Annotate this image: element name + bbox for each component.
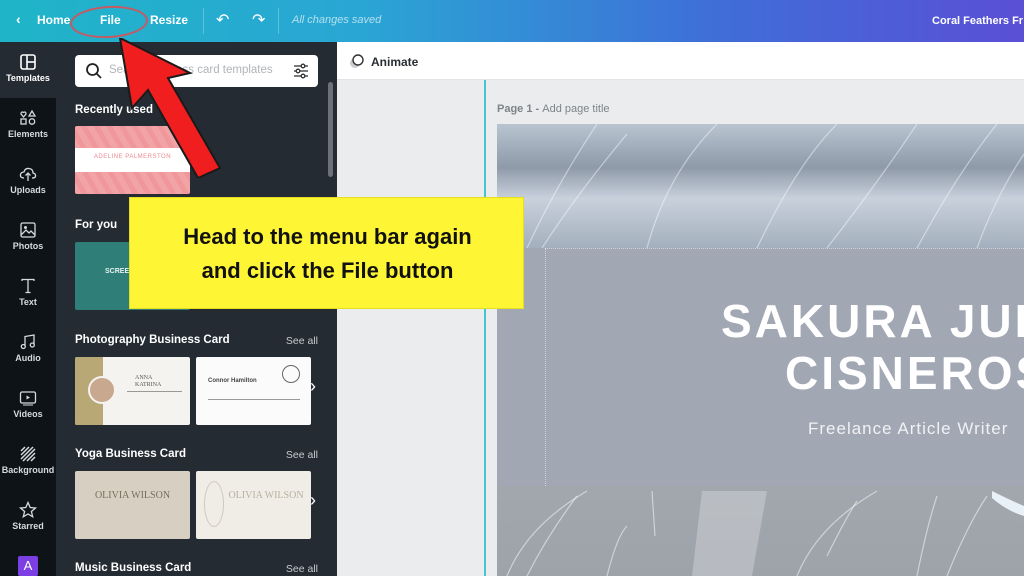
card-text: ANNA KATRINA — [135, 375, 162, 388]
page-title-placeholder[interactable]: Add page title — [542, 103, 609, 115]
template-card[interactable]: ANNA KATRINA — [75, 357, 190, 425]
template-card[interactable]: OLIVIA WILSON — [196, 471, 311, 539]
rail-label: Starred — [12, 521, 44, 531]
animate-icon — [350, 54, 364, 68]
background-hatch-icon — [20, 446, 36, 462]
top-menu-bar: ‹ Home File Resize ↶ ↷ All changes saved… — [0, 0, 1024, 42]
template-card[interactable]: ADELINE PALMERSTON — [75, 126, 190, 194]
animate-button[interactable]: Animate — [349, 53, 418, 69]
instruction-callout: Head to the menu bar again and click the… — [129, 197, 524, 309]
rail-item-audio[interactable]: Audio — [0, 322, 56, 378]
music-note-icon — [20, 334, 35, 350]
rail-label: Photos — [12, 241, 44, 251]
upload-cloud-icon — [19, 167, 37, 181]
star-icon — [19, 501, 37, 519]
text-icon — [21, 278, 35, 294]
rail-label: Uploads — [10, 185, 46, 195]
name-line-1[interactable]: SAKURA JUL — [721, 294, 1024, 348]
callout-text: Head to the menu bar again and click the… — [130, 220, 525, 288]
divider — [203, 8, 204, 34]
card-text: ADELINE PALMERSTON — [93, 154, 172, 160]
templates-icon — [20, 54, 36, 70]
callout-line-2: and click the File button — [201, 258, 454, 283]
chevron-left-icon[interactable]: ‹ — [16, 11, 21, 27]
guide-line — [545, 248, 1024, 249]
card-text: Connor Hamilton — [208, 378, 257, 384]
see-all-link[interactable]: See all — [286, 335, 318, 347]
redo-icon[interactable]: ↷ — [252, 10, 265, 30]
name-line-2[interactable]: CISNEROS — [785, 346, 1024, 400]
document-title[interactable]: Coral Feathers Fr — [932, 15, 1023, 27]
rail-item-text[interactable]: Text — [0, 266, 56, 322]
role-text[interactable]: Freelance Article Writer — [808, 419, 1008, 439]
elements-icon — [20, 109, 37, 125]
carousel-next-icon[interactable]: › — [310, 490, 316, 511]
section-title-photography: Photography Business Card — [75, 334, 230, 346]
see-all-link[interactable]: See all — [286, 449, 318, 461]
carousel-next-icon[interactable]: › — [310, 376, 316, 397]
video-icon — [19, 391, 37, 406]
app-icon: A — [18, 556, 38, 576]
template-card[interactable]: OLIVIA WILSON — [75, 471, 190, 539]
file-menu-button[interactable]: File — [100, 13, 121, 27]
template-search-input[interactable]: Search business card templates — [75, 55, 318, 87]
rail-label: Background — [1, 465, 55, 475]
rail-label: Videos — [13, 409, 43, 419]
side-rail: Templates Elements Uploads Photos Text A… — [0, 42, 56, 576]
filter-sliders-icon[interactable] — [292, 62, 310, 80]
alignment-guide — [484, 80, 486, 576]
resize-button[interactable]: Resize — [150, 13, 188, 27]
animate-label: Animate — [371, 55, 419, 69]
templates-panel: Search business card templates Recently … — [56, 42, 337, 576]
rail-label: Text — [19, 297, 37, 307]
rail-label: Audio — [15, 353, 41, 363]
rail-item-templates[interactable]: Templates — [0, 42, 56, 98]
background-photo-top — [497, 124, 1024, 248]
card-text: OLIVIA WILSON — [228, 490, 304, 501]
business-card-design[interactable]: SAKURA JUL CISNEROS Freelance Article Wr… — [497, 124, 1024, 576]
template-card[interactable]: Connor Hamilton — [196, 357, 311, 425]
section-title-for-you: For you — [75, 219, 118, 231]
rail-label: Templates — [6, 73, 50, 83]
search-placeholder: Search business card templates — [109, 64, 273, 76]
section-title-recently-used: Recently used — [75, 104, 153, 116]
rail-item-starred[interactable]: Starred — [0, 490, 56, 546]
see-all-link[interactable]: See all — [286, 563, 318, 575]
callout-line-1: Head to the menu bar again — [183, 224, 472, 249]
panel-scrollbar[interactable] — [328, 82, 333, 177]
editor-toolbar: Animate — [337, 42, 1024, 80]
page-label[interactable]: Page 1 - Add page title — [497, 103, 610, 115]
card-text: OLIVIA WILSON — [94, 490, 171, 501]
page-number: Page 1 - — [497, 103, 543, 115]
save-status: All changes saved — [292, 14, 382, 26]
background-photo-bottom — [497, 486, 1024, 576]
rail-item-uploads[interactable]: Uploads — [0, 154, 56, 210]
rail-item-elements[interactable]: Elements — [0, 98, 56, 154]
section-title-yoga: Yoga Business Card — [75, 448, 186, 460]
divider — [278, 8, 279, 34]
undo-icon[interactable]: ↶ — [216, 10, 229, 30]
rail-item-background[interactable]: Background — [0, 434, 56, 490]
rail-item-photos[interactable]: Photos — [0, 210, 56, 266]
home-button[interactable]: Home — [37, 13, 70, 27]
section-title-music: Music Business Card — [75, 562, 192, 574]
photo-icon — [20, 222, 36, 238]
rail-app-tile[interactable]: A — [0, 552, 56, 576]
rail-label: Elements — [7, 129, 49, 139]
rail-item-videos[interactable]: Videos — [0, 378, 56, 434]
search-icon — [86, 63, 102, 79]
